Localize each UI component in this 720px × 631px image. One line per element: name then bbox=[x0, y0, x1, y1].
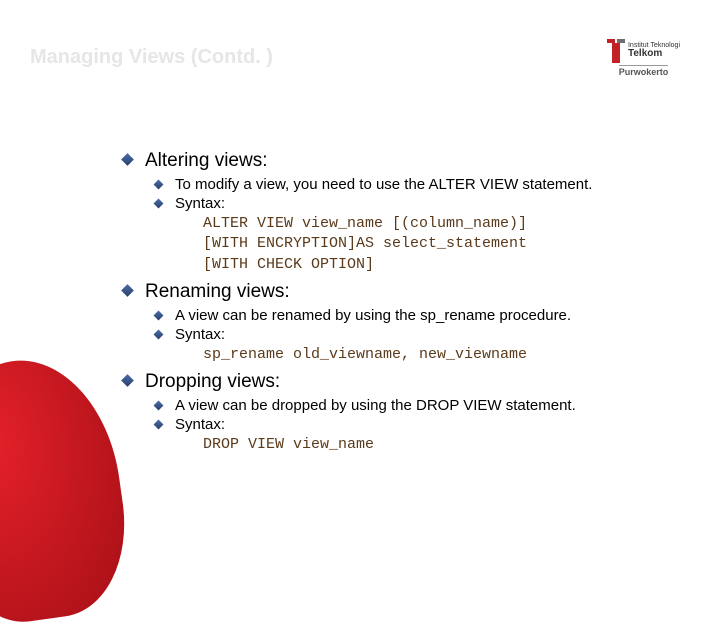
bullet-item: To modify a view, you need to use the AL… bbox=[145, 176, 690, 193]
slide-header: Managing Views (Contd. ) Institut Teknol… bbox=[0, 0, 720, 115]
code-block: DROP VIEW view_name bbox=[203, 435, 690, 455]
bullet-item: A view can be dropped by using the DROP … bbox=[145, 397, 690, 414]
bullet-item: A view can be renamed by using the sp_re… bbox=[145, 307, 690, 324]
section-heading: Renaming views: bbox=[145, 281, 290, 302]
bullet-item: Syntax: bbox=[145, 416, 690, 433]
section-dropping: Dropping views: A view can be dropped by… bbox=[115, 371, 690, 455]
section-renaming: Renaming views: A view can be renamed by… bbox=[115, 281, 690, 365]
section-heading: Dropping views: bbox=[145, 371, 280, 392]
bullet-item: Syntax: bbox=[145, 326, 690, 343]
logo-line2: Telkom bbox=[628, 49, 680, 60]
section-altering: Altering views: To modify a view, you ne… bbox=[115, 150, 690, 275]
logo-text: Institut Teknologi Telkom bbox=[628, 42, 680, 60]
bullet-item: Syntax: bbox=[145, 195, 690, 212]
code-block: ALTER VIEW view_name [(column_name)] [WI… bbox=[203, 214, 690, 275]
logo-mark-icon bbox=[607, 39, 625, 63]
logo: Institut Teknologi Telkom Purwokerto bbox=[607, 39, 680, 77]
slide-title: Managing Views (Contd. ) bbox=[30, 46, 273, 69]
slide-content: Altering views: To modify a view, you ne… bbox=[115, 150, 690, 461]
logo-sub: Purwokerto bbox=[619, 65, 669, 77]
section-heading: Altering views: bbox=[145, 150, 268, 171]
code-block: sp_rename old_viewname, new_viewname bbox=[203, 345, 690, 365]
